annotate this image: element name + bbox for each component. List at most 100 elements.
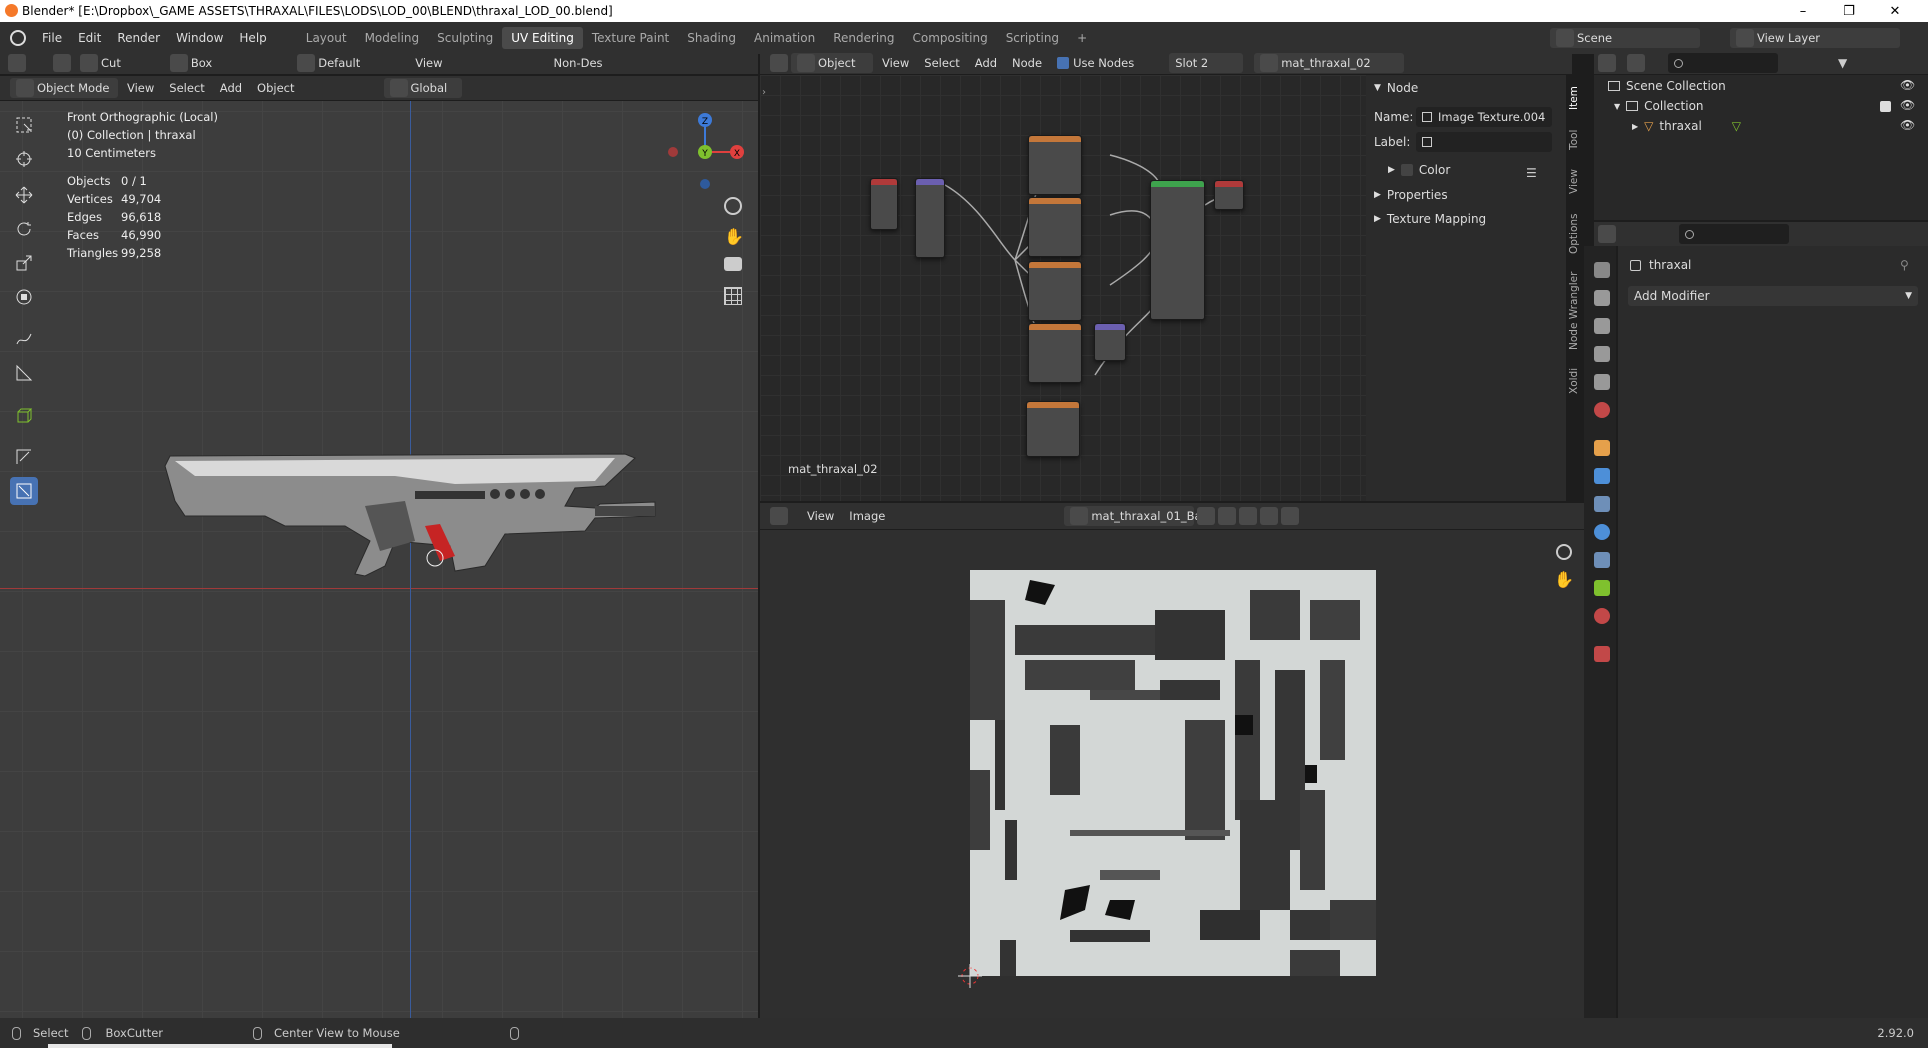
tab-xoldi[interactable]: Xoldi — [1566, 362, 1582, 400]
node-menu-node[interactable]: Node — [1006, 53, 1048, 73]
tab-shading[interactable]: Shading — [678, 27, 745, 49]
properties-search-field[interactable] — [1679, 224, 1789, 244]
pivot-default-button[interactable]: Default — [291, 53, 366, 73]
outliner-editor-type-icon[interactable] — [1598, 54, 1616, 72]
measure-tool[interactable] — [10, 359, 38, 387]
node-image-texture-3[interactable] — [1028, 261, 1082, 321]
pin-icon[interactable]: ⚲ — [1900, 258, 1909, 272]
add-workspace-button[interactable]: + — [1068, 27, 1096, 49]
image-menu-view[interactable]: View — [801, 506, 840, 526]
outliner-collection[interactable]: ▼ Collection — [1614, 99, 1704, 113]
node-image-texture-4[interactable] — [1028, 323, 1082, 383]
image-editor-canvas[interactable]: ✋ — [760, 530, 1584, 1018]
add-modifier-dropdown[interactable]: Add Modifier ▼ — [1628, 286, 1918, 306]
select-box-tool[interactable] — [10, 111, 38, 139]
color-checkbox[interactable] — [1400, 164, 1413, 176]
tab-compositing[interactable]: Compositing — [903, 27, 996, 49]
move-tool[interactable] — [10, 181, 38, 209]
rotate-tool[interactable] — [10, 215, 38, 243]
material-props-icon[interactable] — [1594, 608, 1610, 624]
scene-selector[interactable]: Scene — [1550, 28, 1700, 48]
tab-texture-paint[interactable]: Texture Paint — [583, 27, 678, 49]
particles-props-icon[interactable] — [1594, 496, 1610, 512]
tab-modeling[interactable]: Modeling — [356, 27, 429, 49]
3d-viewport[interactable]: Front Orthographic (Local) (0) Collectio… — [0, 101, 758, 1018]
modifier-props-icon[interactable] — [1594, 468, 1610, 484]
node-menu-view[interactable]: View — [876, 53, 915, 73]
view-dropdown[interactable]: View — [409, 53, 448, 73]
menu-window[interactable]: Window — [168, 31, 231, 45]
texture-image[interactable] — [970, 570, 1376, 976]
tool-props-icon[interactable] — [1594, 262, 1610, 278]
tab-rendering[interactable]: Rendering — [824, 27, 903, 49]
node-canvas[interactable]: mat_thraxal_02 › — [760, 75, 1366, 501]
viewport-menu-object[interactable]: Object — [251, 78, 300, 98]
node-texture-coord[interactable] — [870, 178, 898, 230]
world-props-icon[interactable] — [1594, 402, 1610, 418]
node-image-texture-2[interactable] — [1028, 197, 1082, 257]
filter-icon[interactable]: ▼ — [1838, 56, 1847, 70]
tab-scripting[interactable]: Scripting — [997, 27, 1068, 49]
menu-edit[interactable]: Edit — [70, 31, 109, 45]
outliner-object-thraxal[interactable]: ▶ ▽ thraxal ▽ — [1632, 119, 1741, 133]
menu-render[interactable]: Render — [109, 31, 168, 45]
add-cube-tool[interactable] — [10, 401, 38, 429]
unlink-image-icon[interactable] — [1260, 507, 1279, 525]
editor-type-icon[interactable] — [8, 54, 26, 72]
image-editor-type-icon[interactable] — [770, 507, 788, 525]
render-props-icon[interactable] — [1594, 290, 1610, 306]
image-pan-hand-icon[interactable]: ✋ — [1554, 570, 1574, 589]
display-mode-icon[interactable] — [1627, 54, 1645, 72]
tab-sculpting[interactable]: Sculpting — [428, 27, 502, 49]
output-props-icon[interactable] — [1594, 318, 1610, 334]
tab-animation[interactable]: Animation — [745, 27, 824, 49]
outliner-search-field[interactable] — [1668, 53, 1778, 73]
shader-type-dropdown[interactable]: Object — [791, 53, 873, 73]
close-button[interactable]: ✕ — [1872, 0, 1918, 22]
tab-view[interactable]: View — [1566, 164, 1582, 200]
node-label-field[interactable] — [1416, 132, 1552, 152]
mesh-data-props-icon[interactable] — [1594, 580, 1610, 596]
tab-item[interactable]: Item — [1566, 80, 1582, 116]
node-mapping[interactable] — [915, 178, 945, 258]
viewport-menu-select[interactable]: Select — [163, 78, 210, 98]
fake-user-shield-icon[interactable] — [1197, 507, 1216, 525]
list-icon[interactable]: ☰ — [1526, 166, 1537, 180]
sidebar-toggle-arrow[interactable]: › — [762, 87, 766, 98]
image-zoom-icon[interactable] — [1556, 544, 1572, 560]
node-menu-add[interactable]: Add — [969, 53, 1003, 73]
cut-button[interactable]: Cut — [74, 53, 127, 73]
material-selector[interactable]: mat_thraxal_02 — [1254, 53, 1405, 73]
new-image-icon[interactable] — [1218, 507, 1237, 525]
object-props-icon[interactable] — [1594, 440, 1610, 456]
view-layer-props-icon[interactable] — [1594, 346, 1610, 362]
outliner-scene-collection[interactable]: Scene Collection — [1608, 79, 1726, 93]
non-destructive-button[interactable]: Non-Des — [548, 53, 609, 73]
2d-cursor-icon[interactable] — [956, 962, 984, 990]
menu-help[interactable]: Help — [231, 31, 274, 45]
slot-dropdown[interactable]: Slot 2 — [1169, 53, 1244, 73]
pin-icon[interactable] — [1281, 507, 1300, 525]
use-nodes-checkbox[interactable]: Use Nodes — [1051, 53, 1140, 73]
menu-file[interactable]: File — [34, 31, 70, 45]
zoom-icon[interactable] — [724, 197, 742, 215]
properties-section[interactable]: ▶ Properties — [1374, 188, 1448, 202]
physics-props-icon[interactable] — [1594, 524, 1610, 540]
select-tool-icon[interactable] — [53, 54, 71, 72]
node-section-header[interactable]: ▼ Node — [1374, 81, 1418, 95]
annotate-tool[interactable] — [10, 325, 38, 353]
properties-editor-type-icon[interactable] — [1598, 225, 1616, 243]
weapon-model[interactable] — [155, 446, 665, 596]
color-row[interactable]: ▶ Color — [1388, 163, 1450, 177]
tab-tool[interactable]: Tool — [1566, 124, 1582, 156]
cursor-tool[interactable] — [10, 145, 38, 173]
navigation-gizmo[interactable]: Z Y X — [660, 106, 750, 196]
hardops-tool[interactable] — [10, 477, 38, 505]
node-menu-select[interactable]: Select — [918, 53, 965, 73]
tab-options[interactable]: Options — [1566, 208, 1582, 260]
node-image-texture-5[interactable] — [1026, 401, 1080, 457]
collection-visibility-eye-icon[interactable]: 👁 — [1900, 98, 1915, 112]
object-visibility-eye-icon[interactable]: 👁 — [1900, 118, 1915, 132]
mode-dropdown[interactable]: Object Mode — [10, 78, 118, 98]
scene-props-icon[interactable] — [1594, 374, 1610, 390]
